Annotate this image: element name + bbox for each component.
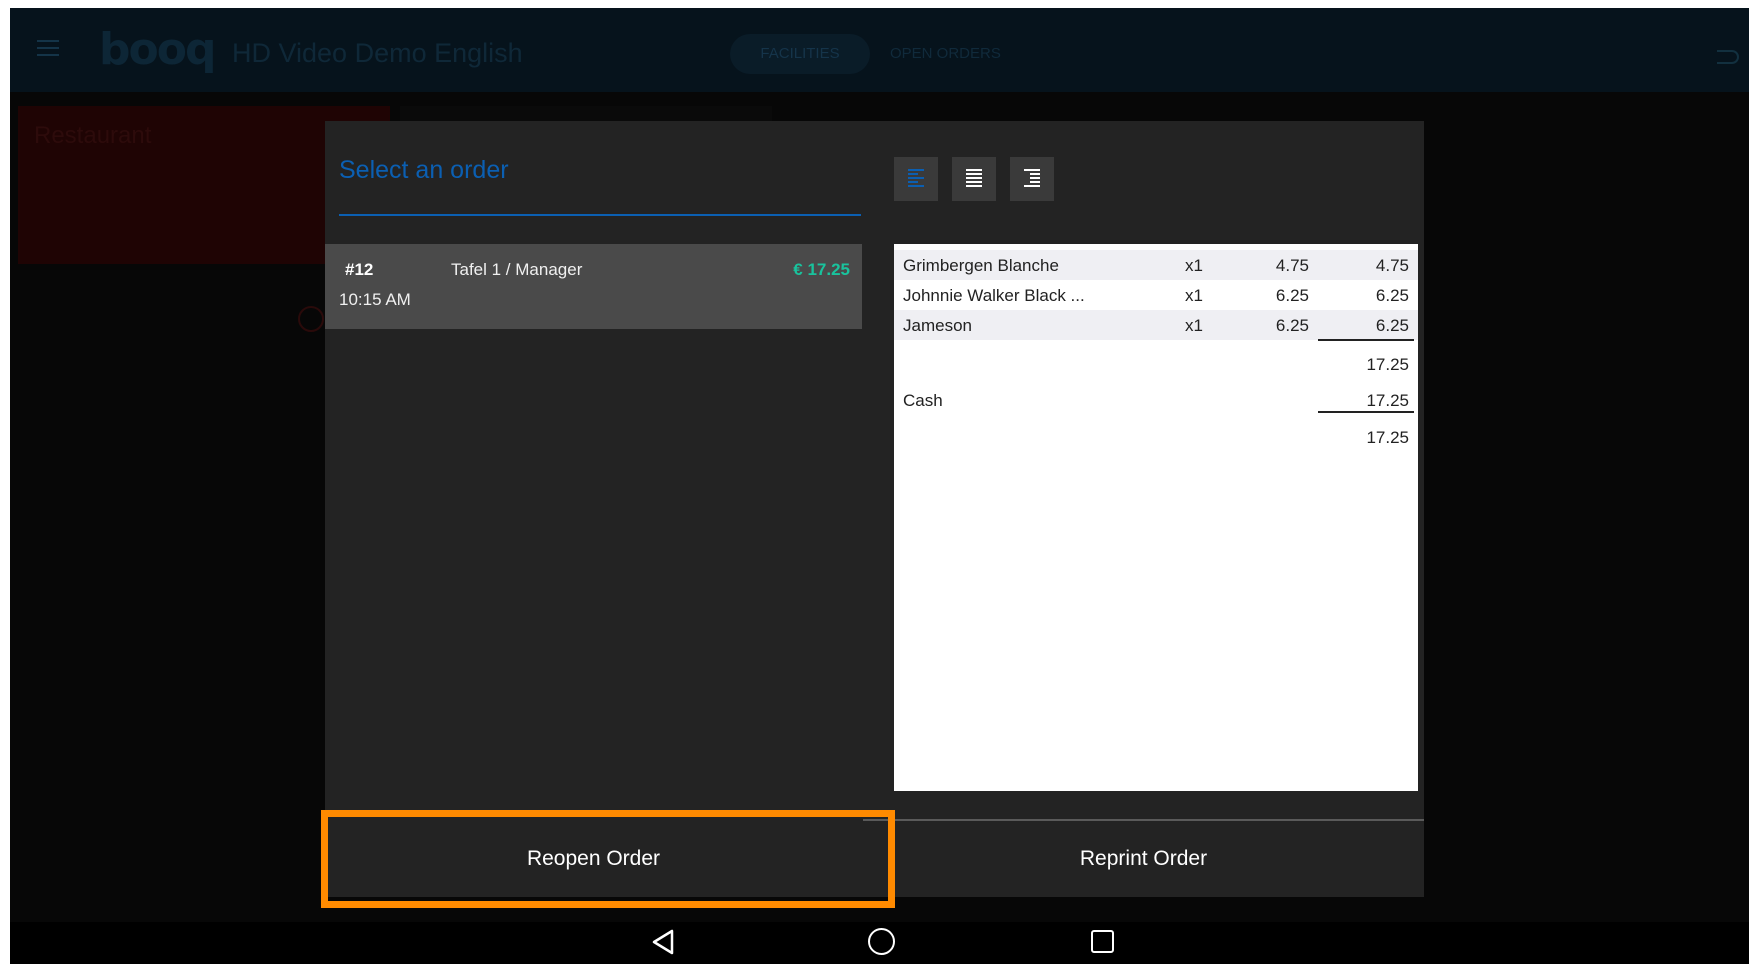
recent-apps-icon[interactable] [1091, 930, 1114, 953]
title-underline [339, 214, 861, 216]
order-total: € 17.25 [793, 260, 850, 279]
item-price: 4.75 [1275, 256, 1309, 275]
item-qty: x1 [1185, 256, 1203, 275]
receipt-item-row: Grimbergen Blanche x1 4.75 4.75 [894, 250, 1418, 280]
payment-amount: 17.25 [1366, 391, 1409, 410]
reprint-order-label: Reprint Order [1079, 847, 1208, 870]
reprint-order-button[interactable]: Reprint Order [863, 821, 1424, 897]
balance-amount: 17.25 [1366, 428, 1409, 447]
align-left-icon [908, 169, 924, 189]
item-name: Grimbergen Blanche [903, 256, 1059, 275]
back-icon[interactable] [650, 928, 676, 956]
device-frame: booq HD Video Demo English FACILITIES OP… [0, 0, 1749, 964]
subtotal-amount: 17.25 [1366, 355, 1409, 374]
tab-facilities[interactable]: FACILITIES [730, 34, 870, 74]
align-indent-button[interactable] [1010, 157, 1054, 201]
payment-method: Cash [903, 391, 943, 410]
reopen-order-label: Reopen Order [526, 847, 661, 870]
receipt-item-row: Johnnie Walker Black ... x1 6.25 6.25 [894, 280, 1418, 310]
menu-icon[interactable] [37, 40, 59, 56]
dialog-title: Select an order [339, 156, 509, 184]
receipt-preview: Grimbergen Blanche x1 4.75 4.75 Johnnie … [894, 244, 1418, 791]
order-number: #12 [345, 260, 374, 279]
align-left-button[interactable] [894, 157, 938, 201]
app-toolbar: booq HD Video Demo English FACILITIES OP… [10, 8, 1749, 92]
item-qty: x1 [1185, 316, 1203, 335]
item-total: 6.25 [1375, 286, 1409, 305]
item-total: 4.75 [1375, 256, 1409, 275]
booq-logo: booq [99, 24, 216, 75]
align-justify-button[interactable] [952, 157, 996, 201]
undo-icon[interactable] [1717, 50, 1739, 64]
item-total: 6.25 [1375, 316, 1409, 335]
home-icon[interactable] [868, 928, 895, 955]
reopen-order-button[interactable]: Reopen Order [325, 821, 862, 897]
order-table: Tafel 1 / Manager [451, 260, 583, 279]
align-justify-icon [966, 169, 982, 189]
select-order-dialog: Select an order #12 Tafel 1 / Manager 10… [325, 121, 1424, 897]
subtotal-divider [1318, 339, 1414, 341]
order-list: #12 Tafel 1 / Manager 10:15 AM € 17.25 [325, 244, 862, 833]
receipt-subtotal-row: 17.25 [894, 349, 1418, 379]
receipt-item-row: Jameson x1 6.25 6.25 [894, 310, 1418, 340]
receipt-balance-row: 17.25 [894, 422, 1418, 452]
item-name: Johnnie Walker Black ... [903, 286, 1085, 305]
item-name: Jameson [903, 316, 972, 335]
align-indent-icon [1024, 169, 1040, 189]
app-title: HD Video Demo English [232, 38, 523, 68]
item-price: 6.25 [1275, 316, 1309, 335]
item-qty: x1 [1185, 286, 1203, 305]
tab-open-orders[interactable]: OPEN ORDERS [890, 34, 1001, 74]
order-row[interactable]: #12 Tafel 1 / Manager 10:15 AM € 17.25 [325, 244, 862, 329]
order-time: 10:15 AM [339, 290, 411, 309]
payment-divider [1318, 411, 1414, 413]
android-nav-bar [10, 922, 1749, 964]
clock-icon [298, 306, 324, 332]
item-price: 6.25 [1275, 286, 1309, 305]
facility-label: Restaurant [34, 122, 152, 149]
